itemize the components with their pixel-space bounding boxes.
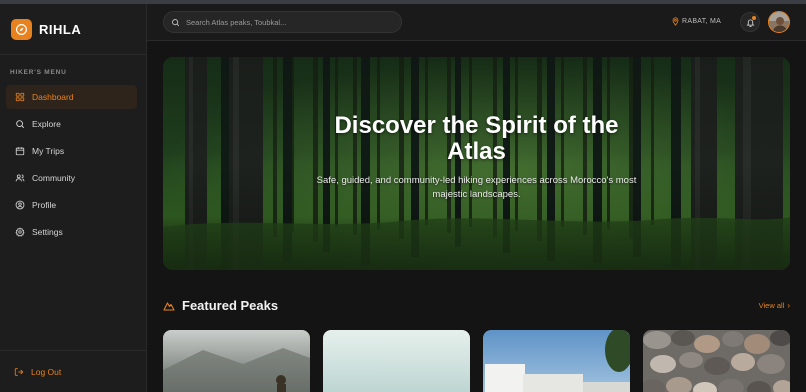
notification-dot (752, 16, 756, 20)
user-circle-icon (15, 200, 25, 210)
users-icon (15, 174, 25, 182)
sidebar-item-label: My Trips (32, 146, 65, 156)
hero-content: Discover the Spirit of the Atlas Safe, g… (163, 57, 790, 270)
mountain-icon (163, 301, 175, 311)
hero-banner: Discover the Spirit of the Atlas Safe, g… (163, 57, 790, 270)
menu-caption: HIKER'S MENU (10, 69, 67, 76)
brand[interactable]: RIHLA (0, 4, 146, 55)
map-pin-icon (672, 17, 679, 26)
sidebar-item-settings[interactable]: Settings (6, 220, 137, 244)
hero-title: Discover the Spirit of the Atlas (334, 112, 619, 165)
gear-icon (15, 227, 25, 237)
sidebar-item-label: Community (32, 173, 75, 183)
logout-icon (14, 367, 24, 376)
location-label: RABAT, MA (682, 18, 722, 25)
featured-peaks-cards (163, 330, 790, 392)
peak-card-image (163, 330, 310, 392)
peak-card-image (483, 330, 630, 392)
view-all-link[interactable]: View all › (759, 301, 790, 310)
notifications-button[interactable] (740, 12, 760, 32)
compass-icon (11, 18, 32, 40)
peak-card-image (643, 330, 790, 392)
peak-card[interactable] (643, 330, 790, 392)
search-icon (172, 18, 180, 26)
sidebar-item-explore[interactable]: Explore (6, 112, 137, 136)
sidebar-item-label: Settings (32, 227, 63, 237)
sidebar-item-label: Dashboard (32, 92, 74, 102)
search-icon (16, 120, 25, 129)
avatar[interactable] (768, 11, 790, 33)
sidebar-footer: Log Out (0, 350, 146, 392)
featured-peaks-header: Featured Peaks View all › (163, 297, 790, 313)
peak-card[interactable] (483, 330, 630, 392)
top-header: RABAT, MA (147, 4, 806, 41)
logout-button[interactable]: Log Out (14, 367, 61, 377)
main-content: Discover the Spirit of the Atlas Safe, g… (147, 41, 806, 392)
section-title: Featured Peaks (182, 297, 279, 313)
sidebar-item-community[interactable]: Community (6, 166, 137, 190)
calendar-icon (15, 147, 25, 156)
grid-icon (15, 92, 25, 102)
sidebar-item-label: Profile (32, 200, 57, 210)
brand-name: RIHLA (39, 21, 82, 37)
peak-card-image (323, 330, 470, 392)
sidebar-item-dashboard[interactable]: Dashboard (6, 85, 137, 109)
sidebar-item-my-trips[interactable]: My Trips (6, 139, 137, 163)
peak-card[interactable] (323, 330, 470, 392)
logout-label: Log Out (31, 366, 62, 377)
view-all-label: View all (758, 300, 785, 310)
search-input[interactable] (186, 17, 386, 27)
sidebar-item-profile[interactable]: Profile (6, 193, 137, 217)
sidebar: RIHLA HIKER'S MENU Dashboard Explore My … (0, 4, 147, 392)
location-indicator[interactable]: RABAT, MA (672, 17, 721, 26)
chevron-right-icon: › (787, 300, 790, 310)
peak-card[interactable] (163, 330, 310, 392)
sidebar-item-label: Explore (32, 119, 61, 129)
sidebar-menu: Dashboard Explore My Trips Community Pro… (0, 85, 146, 244)
search-bar[interactable] (163, 11, 402, 33)
hero-subtitle: Safe, guided, and community-led hiking e… (316, 175, 637, 200)
